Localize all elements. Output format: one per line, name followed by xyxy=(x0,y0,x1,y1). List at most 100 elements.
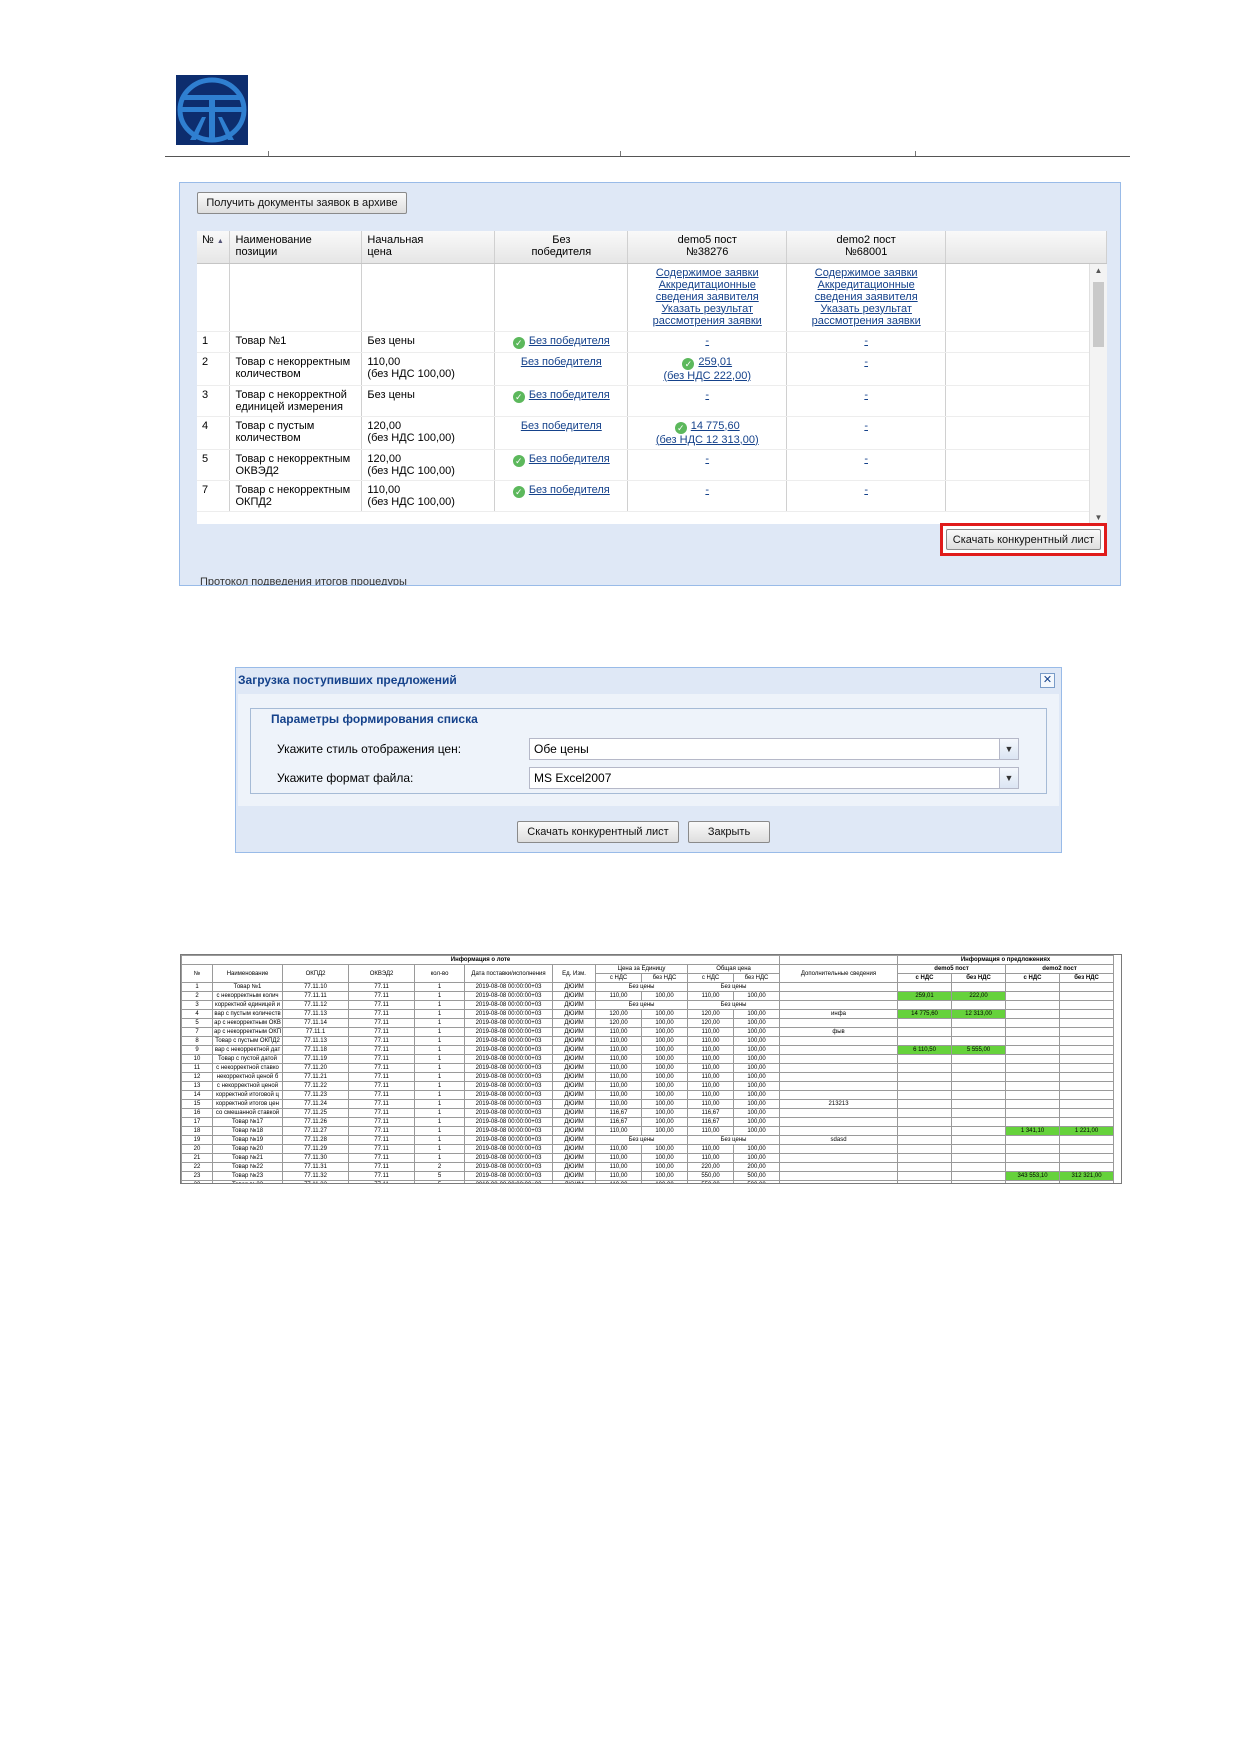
excel-cell: Товар №20 xyxy=(211,1144,284,1154)
price-style-value: Обе цены xyxy=(534,742,589,756)
offer-price-link[interactable]: 259,01 xyxy=(698,356,732,368)
excel-cell: 110,00 xyxy=(595,1180,643,1183)
col-header-supplier-demo2[interactable]: demo2 пост №68001 xyxy=(786,231,947,264)
excel-cell xyxy=(779,982,899,992)
excel-cell xyxy=(897,1162,953,1172)
excel-cell: 77.11 xyxy=(348,982,416,992)
offer-price-link[interactable]: - xyxy=(864,335,868,347)
excel-cell: ДЮЙМ xyxy=(552,1153,597,1163)
excel-cell: 77.11.12 xyxy=(282,1000,350,1010)
excel-cell: 77.11.11 xyxy=(282,991,350,1001)
excel-cell: 77.11 xyxy=(348,1009,416,1019)
excel-cell: ДЮЙМ xyxy=(552,1135,597,1145)
offer-price-link[interactable]: - xyxy=(864,420,868,432)
offers-info-header: Информация о предложениях xyxy=(897,955,1115,965)
col-header-name[interactable]: Наименование позиции xyxy=(229,231,363,264)
row-num: 3 xyxy=(202,388,209,401)
xcol-num: № xyxy=(181,964,213,983)
accreditation-info-link[interactable]: Аккредитационные сведения заявителя xyxy=(792,279,940,303)
application-content-link[interactable]: Содержимое заявки xyxy=(633,267,781,279)
excel-cell: 2019-08-08 00:00:00+03 xyxy=(464,1126,554,1136)
excel-cell xyxy=(1059,1153,1115,1163)
excel-cell: Товар №23 xyxy=(211,1171,284,1181)
download-competitive-list-button[interactable]: Скачать конкурентный лист xyxy=(946,529,1101,550)
excel-cell xyxy=(779,1045,899,1055)
chevron-down-icon[interactable]: ▼ xyxy=(999,739,1018,759)
no-winner-link[interactable]: Без победителя xyxy=(529,389,610,401)
col-header-supplier-demo5[interactable]: demo5 пост №38276 xyxy=(627,231,788,264)
set-review-result-link[interactable]: Указать результат рассмотрения заявки xyxy=(633,303,781,327)
xcol-name: Наименование xyxy=(211,964,284,983)
excel-cell: 77.11.28 xyxy=(282,1135,350,1145)
offer-price-no-vat-link[interactable]: (без НДС 222,00) xyxy=(633,370,781,382)
excel-cell: 12 313,00 xyxy=(951,1009,1007,1019)
excel-cell: 110,00 xyxy=(687,1063,735,1073)
check-circle-icon: ✓ xyxy=(682,357,695,370)
offer-price-link[interactable]: 14 775,60 xyxy=(691,420,740,432)
row-num: 4 xyxy=(202,419,209,432)
excel-cell xyxy=(1005,1027,1061,1037)
excel-cell: Товар №17 xyxy=(211,1117,284,1127)
table-row[interactable]: 1 Товар №1 Без цены ✓ Без победителя - - xyxy=(197,331,1107,353)
file-format-select[interactable]: MS Excel2007 ▼ xyxy=(529,767,1019,789)
excel-cell: 110,00 xyxy=(687,1036,735,1046)
check-circle-icon: ✓ xyxy=(512,485,525,498)
price-style-select[interactable]: Обе цены ▼ xyxy=(529,738,1019,760)
col-header-label: №38276 xyxy=(686,246,729,258)
excel-cell: 77.11 xyxy=(348,1162,416,1172)
chevron-down-icon[interactable]: ▼ xyxy=(999,768,1018,788)
scroll-down-icon[interactable]: ▼ xyxy=(1090,513,1107,522)
offer-price-link[interactable]: - xyxy=(864,389,868,401)
offer-price-link[interactable]: - xyxy=(705,484,709,496)
vertical-scrollbar[interactable]: ▲ ▼ xyxy=(1089,264,1107,524)
excel-cell: 77.11 xyxy=(348,1081,416,1091)
table-row[interactable]: 7 Товар с некорректным ОКПД2 110,00 (без НД… xyxy=(197,480,1107,512)
excel-cell: 110,00 xyxy=(595,1171,643,1181)
table-row[interactable]: 4 Товар с пустым количеством 120,00 (без НД… xyxy=(197,416,1107,450)
accreditation-info-link[interactable]: Аккредитационные сведения заявителя xyxy=(633,279,781,303)
start-price: 120,00 xyxy=(367,452,402,465)
offer-price-link[interactable]: - xyxy=(705,453,709,465)
application-content-link[interactable]: Содержимое заявки xyxy=(792,267,940,279)
supplier-links-demo5: Содержимое заявки Аккредитационные сведе… xyxy=(627,263,788,332)
archive-documents-button[interactable]: Получить документы заявок в архиве xyxy=(197,192,407,214)
excel-cell xyxy=(951,1063,1007,1073)
table-row[interactable]: 3 Товар с некорректной единицей измерения… xyxy=(197,385,1107,417)
scroll-thumb[interactable] xyxy=(1093,282,1104,347)
no-winner-link[interactable]: Без победителя xyxy=(529,484,610,496)
col-header-start-price[interactable]: Начальная цена xyxy=(361,231,496,264)
table-row[interactable]: 2 Товар с некорректным количеством 110,00(… xyxy=(197,352,1107,386)
excel-cell: 1 xyxy=(414,1054,466,1064)
position-name: Товар с некорректной единицей измерения xyxy=(235,388,347,413)
offer-price-link[interactable]: - xyxy=(864,453,868,465)
start-price: 110,00 xyxy=(367,483,401,496)
close-icon[interactable]: ✕ xyxy=(1040,673,1055,688)
excel-cell: ДЮЙМ xyxy=(552,1144,597,1154)
no-winner-link[interactable]: Без победителя xyxy=(521,420,602,432)
col-header-num[interactable]: № ▲ xyxy=(197,231,231,264)
offer-price-link[interactable]: - xyxy=(705,389,709,401)
col-header-no-winner[interactable]: Без победителя xyxy=(494,231,629,264)
offer-price-link[interactable]: - xyxy=(864,356,868,368)
no-winner-link[interactable]: Без победителя xyxy=(521,356,602,368)
excel-cell xyxy=(1005,1099,1061,1109)
offer-price-link[interactable]: - xyxy=(705,335,709,347)
start-price-no-vat: (без НДС 100,00) xyxy=(367,367,455,380)
excel-cell: 77.11.32 xyxy=(282,1171,350,1181)
table-row[interactable]: 5 Товар с некорректным ОКВЭД2 120,00 (без Н… xyxy=(197,449,1107,481)
no-winner-link[interactable]: Без победителя xyxy=(529,335,610,347)
close-button[interactable]: Закрыть xyxy=(688,821,770,843)
col-header-label: позиции xyxy=(235,246,278,258)
offer-price-link[interactable]: - xyxy=(864,484,868,496)
scroll-up-icon[interactable]: ▲ xyxy=(1090,266,1107,275)
excel-cell: 77.11 xyxy=(348,1180,416,1183)
start-price: Без цены xyxy=(367,334,415,347)
set-review-result-link[interactable]: Указать результат рассмотрения заявки xyxy=(792,303,940,327)
download-competitive-list-button[interactable]: Скачать конкурентный лист xyxy=(517,821,679,843)
offer-price-no-vat-link[interactable]: (без НДС 12 313,00) xyxy=(633,434,781,446)
excel-cell: 110,00 xyxy=(595,1153,643,1163)
excel-row: 4 вар с пустым количеств 77.11.13 77.11 1 201… xyxy=(181,1009,1115,1019)
no-winner-link[interactable]: Без победителя xyxy=(529,453,610,465)
file-format-value: MS Excel2007 xyxy=(534,771,612,785)
excel-cell: 2 xyxy=(181,991,213,1001)
